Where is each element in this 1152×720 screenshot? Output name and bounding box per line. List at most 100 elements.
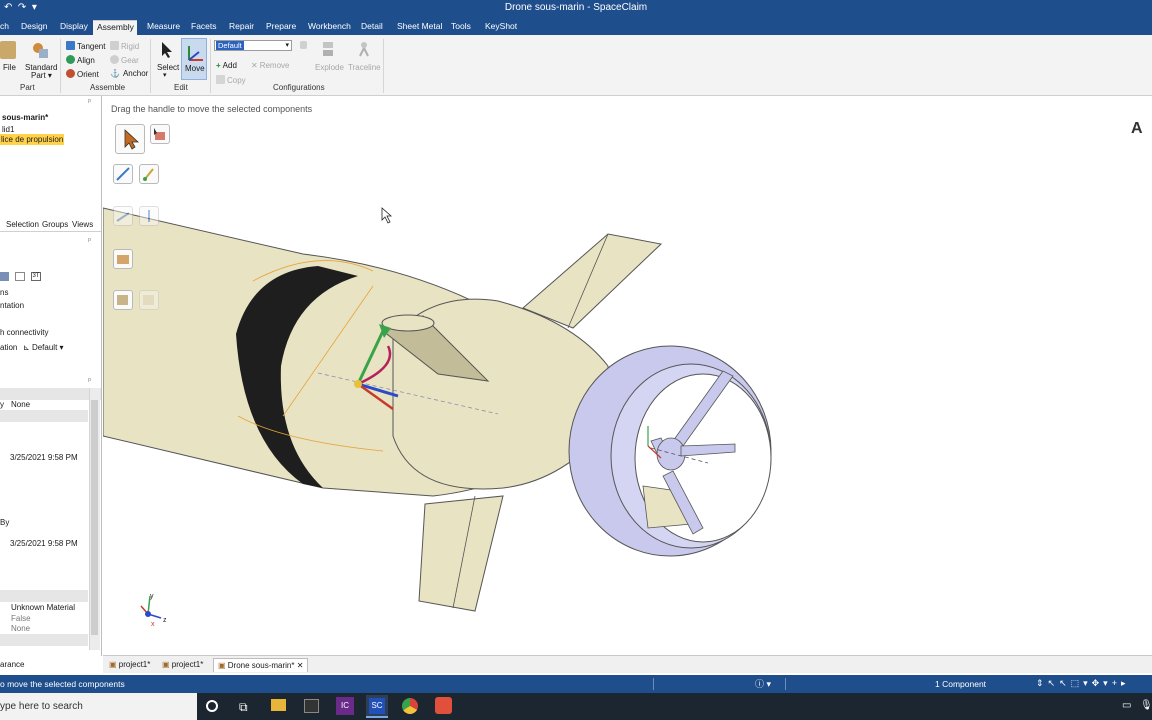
doc-tab-drone[interactable]: ▣ Drone sous-marin* ✕ [213, 658, 309, 672]
cortana-icon[interactable] [206, 700, 218, 712]
anchor-button[interactable]: ⚓ Anchor [110, 69, 148, 78]
standard-part-icon[interactable] [31, 41, 49, 59]
add-button[interactable]: + Add [216, 61, 237, 70]
option-dropdown[interactable]: ⊾ Default ▾ [23, 343, 64, 352]
tab-detail[interactable]: Detail [357, 20, 387, 35]
propeller-shroud [568, 345, 772, 557]
file-explorer-icon[interactable] [271, 699, 286, 711]
copy-button[interactable]: Copy [216, 75, 246, 85]
traceline-icon[interactable] [356, 40, 372, 58]
axis-icon: ⊾ [23, 343, 32, 352]
assemble-group-label: Assemble [90, 83, 126, 92]
model-view[interactable]: y z x [103, 96, 1152, 654]
microphone-icon[interactable]: 🎙 [1140, 700, 1152, 711]
document-icon: ▣ [218, 661, 228, 670]
anchor-tool[interactable] [113, 290, 133, 310]
tree-root[interactable]: sous-marin* [2, 113, 48, 122]
tab-repair[interactable]: Repair [225, 20, 258, 35]
detach-tool[interactable] [113, 249, 133, 269]
copy-icon [216, 75, 225, 84]
up-to-tool[interactable] [139, 206, 159, 226]
ruler-tool[interactable] [113, 164, 133, 184]
pin-icon[interactable]: ᵖ [88, 236, 91, 245]
tangent-icon [66, 41, 75, 50]
file-icon[interactable] [0, 41, 16, 59]
part-group-label: Part [20, 83, 35, 92]
spaceclaim-taskbar-button[interactable]: SC [366, 695, 388, 718]
left-panel: ᵖ sous-marin* lid1 lice de propulsion Se… [0, 96, 102, 669]
option-icon-1[interactable] [0, 272, 9, 281]
anchor-tool-icon [117, 295, 128, 305]
tab-workbench[interactable]: Workbench [304, 20, 355, 35]
pivot-tool[interactable] [139, 164, 159, 184]
detach-icon [117, 255, 129, 264]
chrome-icon[interactable] [402, 698, 418, 714]
gear-button[interactable]: Gear [110, 55, 139, 65]
tab-keyshot[interactable]: KeyShot [481, 20, 521, 35]
orient-button[interactable]: Orient [66, 69, 99, 79]
explode-button[interactable]: Explode [315, 63, 344, 72]
doc-tab-project1-b[interactable]: ▣ project1* [158, 658, 207, 671]
file-button[interactable]: File [3, 63, 16, 72]
panel-tab-groups[interactable]: Groups [42, 220, 68, 229]
option-line-2: ntation [0, 301, 25, 310]
title-bar: ↶ ↷ ▾ Drone sous-marin - SpaceClaim [0, 0, 1152, 17]
tab-tools[interactable]: Tools [447, 20, 475, 35]
task-view-icon[interactable]: ⧉ [239, 700, 248, 715]
orientation-triad: y z x [140, 593, 167, 628]
tab-facets[interactable]: Facets [187, 20, 221, 35]
select-button[interactable]: Select [157, 63, 179, 72]
panel-tab-views[interactable]: Views [72, 220, 93, 229]
option-icon-2[interactable] [15, 272, 25, 281]
taskbar-search[interactable]: ype here to search [0, 693, 197, 720]
doc-tab-project1[interactable]: ▣ project1* [105, 658, 154, 671]
network-icon[interactable]: ▭ [1122, 700, 1131, 711]
none-value[interactable]: None [11, 624, 30, 633]
tree-item-selected[interactable]: lice de propulsion [0, 134, 65, 145]
select-tool[interactable] [115, 124, 145, 154]
tab-design[interactable]: Design [17, 20, 51, 35]
orient-icon [66, 69, 75, 78]
property-value[interactable]: None [11, 400, 30, 409]
align-button[interactable]: Align [66, 55, 95, 65]
tab-sheet-metal[interactable]: Sheet Metal [393, 20, 446, 35]
panel-tab-selection[interactable]: Selection [6, 220, 39, 229]
traceline-button[interactable]: Traceline [348, 63, 381, 72]
viewport[interactable]: Drag the handle to move the selected com… [103, 96, 1152, 654]
pin-icon[interactable]: ᵖ [88, 97, 91, 106]
window-title: Drone sous-marin - SpaceClaim [504, 2, 648, 13]
move-button[interactable]: Move [181, 38, 207, 80]
edit-group-label: Edit [174, 83, 188, 92]
remove-icon: ✕ [251, 61, 258, 70]
tab-display[interactable]: Display [56, 20, 92, 35]
info-icon[interactable]: ⓘ ▾ [755, 677, 771, 690]
appearance-tab[interactable]: arance [0, 660, 24, 669]
rigid-button[interactable]: Rigid [110, 41, 139, 51]
select-body-tool[interactable] [150, 124, 170, 144]
align-icon [66, 55, 75, 64]
select-dropdown-icon[interactable]: ▾ [163, 71, 167, 79]
status-filter-icons[interactable]: ⇕↖↖⬚▾✥▾+▸ [1036, 678, 1129, 689]
select-icon[interactable] [159, 41, 175, 59]
fixed-tool[interactable] [139, 290, 159, 310]
terminal-icon[interactable] [304, 699, 319, 713]
status-bar: o move the selected components ⓘ ▾ 1 Com… [0, 675, 1152, 693]
along-path-tool[interactable] [113, 206, 133, 226]
properties-scrollbar[interactable] [89, 388, 100, 650]
remove-button[interactable]: ✕ Remove [251, 61, 290, 70]
tab-assembly[interactable]: Assembly [93, 20, 137, 35]
tab-prepare[interactable]: Prepare [262, 20, 300, 35]
explode-icon[interactable] [320, 40, 336, 58]
tangent-button[interactable]: Tangent [66, 41, 105, 51]
tree-item-solid[interactable]: lid1 [2, 125, 14, 134]
option-icon-3[interactable]: 3T [31, 272, 41, 281]
app-ic-icon[interactable]: IC [336, 697, 354, 715]
app-red-icon[interactable] [435, 697, 452, 714]
false-value[interactable]: False [11, 614, 31, 623]
tab-measure[interactable]: Measure [143, 20, 184, 35]
tab-sketch[interactable]: ch [0, 20, 13, 35]
pin-icon[interactable]: ᵖ [88, 376, 91, 385]
close-icon[interactable]: ✕ [297, 661, 304, 670]
configuration-dropdown[interactable]: Default ▾ [214, 40, 292, 51]
material-value[interactable]: Unknown Material [11, 603, 75, 612]
